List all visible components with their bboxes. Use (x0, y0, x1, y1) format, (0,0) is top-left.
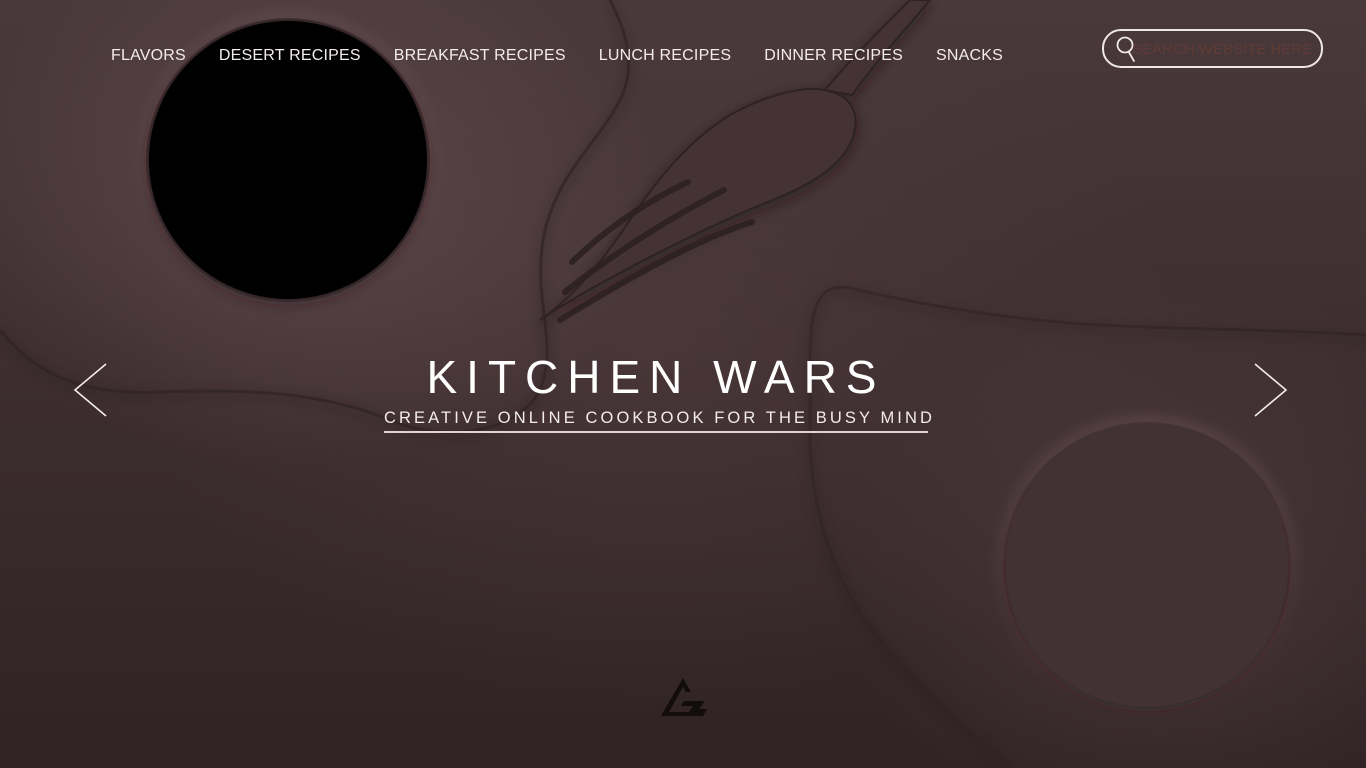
nav-item-flavors[interactable]: FLAVORS (111, 47, 186, 65)
plate-shape-right (1003, 422, 1291, 710)
search-box[interactable] (1102, 29, 1323, 68)
main-nav: FLAVORS DESERT RECIPES BREAKFAST RECIPES… (111, 45, 1003, 67)
chevron-right-icon[interactable] (1253, 362, 1289, 418)
nav-item-dinner-recipes[interactable]: DINNER RECIPES (764, 47, 903, 65)
page-title: KITCHEN WARS (426, 351, 886, 403)
triangle-logo-icon[interactable] (659, 676, 709, 718)
hero-section: FLAVORS DESERT RECIPES BREAKFAST RECIPES… (0, 0, 1366, 768)
chevron-left-icon[interactable] (72, 362, 108, 418)
nav-item-lunch-recipes[interactable]: LUNCH RECIPES (599, 47, 731, 65)
nav-item-snacks[interactable]: SNACKS (936, 47, 1003, 65)
nav-item-breakfast-recipes[interactable]: BREAKFAST RECIPES (394, 47, 566, 65)
search-input[interactable] (1132, 37, 1312, 61)
nav-item-desert-recipes[interactable]: DESERT RECIPES (219, 47, 361, 65)
page-subtitle: CREATIVE ONLINE COOKBOOK FOR THE BUSY MI… (384, 409, 932, 433)
